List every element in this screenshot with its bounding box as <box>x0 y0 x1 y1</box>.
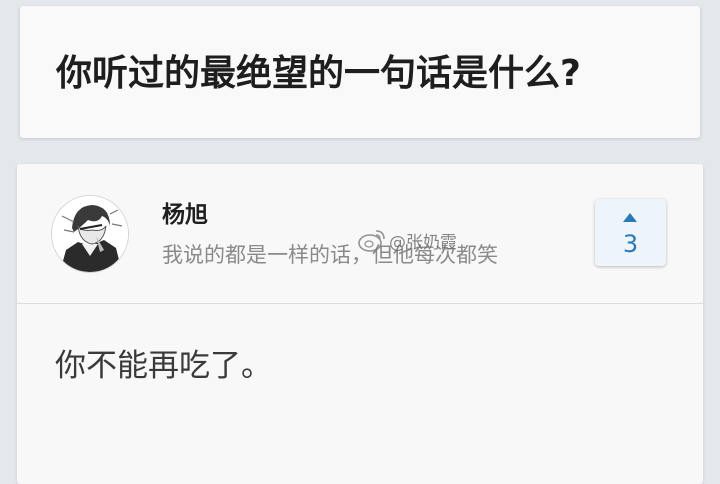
question-card: 你听过的最绝望的一句话是什么? <box>20 6 700 138</box>
question-title[interactable]: 你听过的最绝望的一句话是什么? <box>56 50 581 98</box>
answer-header: 杨旭 我说的都是一样的话，但他每次都笑 @张奶霞 3 <box>17 164 703 304</box>
avatar-illustration <box>52 196 128 272</box>
author-bio: 我说的都是一样的话，但他每次都笑 <box>162 243 498 267</box>
author-avatar[interactable] <box>51 195 129 273</box>
author-name[interactable]: 杨旭 <box>162 200 208 230</box>
answer-card: 杨旭 我说的都是一样的话，但他每次都笑 @张奶霞 3 你不能再吃了。 <box>17 164 703 484</box>
upvote-button[interactable]: 3 <box>595 199 666 266</box>
answer-content[interactable]: 你不能再吃了。 <box>55 345 272 387</box>
vote-count: 3 <box>622 230 639 258</box>
upvote-arrow-icon <box>623 213 637 222</box>
